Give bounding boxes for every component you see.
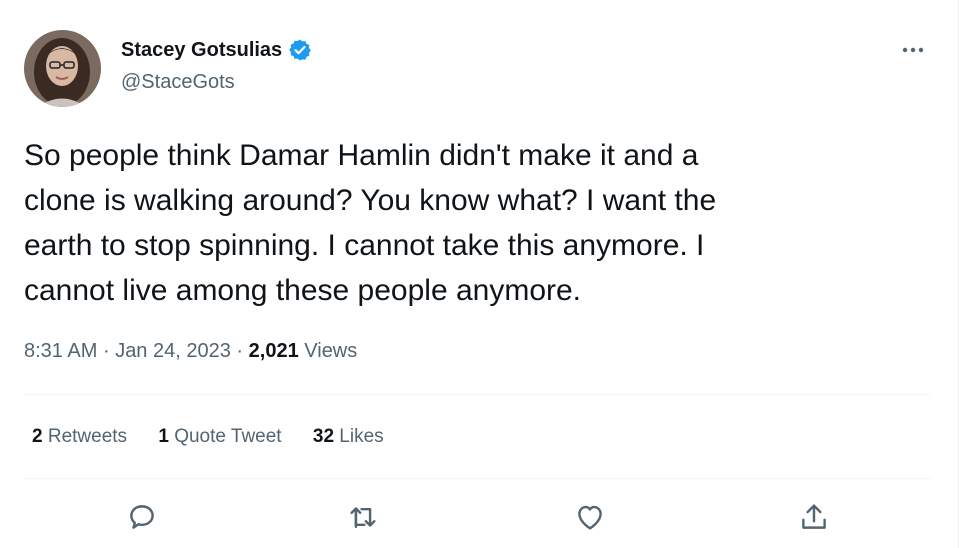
author-handle[interactable]: @StaceGots xyxy=(121,71,235,94)
tweet-card: Stacey Gotsulias @StaceGots So people th… xyxy=(0,0,959,548)
tweet-date[interactable]: Jan 24, 2023 xyxy=(115,340,231,362)
meta-separator: · xyxy=(102,340,110,362)
author-name-row: Stacey Gotsulias xyxy=(121,38,312,62)
tweet-text-line: clone is walking around? You know what? … xyxy=(24,184,717,217)
likes-label: Likes xyxy=(339,426,384,447)
likes-stat[interactable]: 32 Likes xyxy=(313,426,384,448)
engagement-stats: 2 Retweets 1 Quote Tweet 32 Likes xyxy=(32,426,410,448)
tweet-meta: 8:31 AM · Jan 24, 2023 · 2,021 Views xyxy=(24,340,357,363)
tweet-text-line: So people think Damar Hamlin didn't make… xyxy=(24,139,699,172)
tweet-time[interactable]: 8:31 AM xyxy=(24,340,97,362)
quotes-count: 1 xyxy=(158,426,169,447)
views-count: 2,021 xyxy=(248,340,299,362)
reply-icon[interactable] xyxy=(125,500,159,534)
quotes-label: Quote Tweet xyxy=(174,426,282,447)
quotes-stat[interactable]: 1 Quote Tweet xyxy=(158,426,281,448)
author-display-name[interactable]: Stacey Gotsulias xyxy=(121,39,282,62)
meta-separator: · xyxy=(236,340,244,362)
like-icon[interactable] xyxy=(573,500,607,534)
tweet-text: So people think Damar Hamlin didn't make… xyxy=(24,133,904,313)
divider xyxy=(24,478,930,479)
retweets-count: 2 xyxy=(32,426,43,447)
avatar[interactable] xyxy=(24,30,101,107)
retweets-label: Retweets xyxy=(47,426,128,447)
more-options-icon[interactable] xyxy=(898,36,928,64)
divider xyxy=(24,394,930,395)
views-label: Views xyxy=(304,340,358,362)
share-icon[interactable] xyxy=(797,500,831,534)
tweet-text-line: cannot live among these people anymore. xyxy=(24,274,582,307)
tweet-text-line: earth to stop spinning. I cannot take th… xyxy=(24,229,705,262)
likes-count: 32 xyxy=(312,426,335,447)
retweet-icon[interactable] xyxy=(346,500,380,534)
verified-badge-icon xyxy=(288,38,312,62)
retweets-stat[interactable]: 2 Retweets xyxy=(32,426,127,448)
